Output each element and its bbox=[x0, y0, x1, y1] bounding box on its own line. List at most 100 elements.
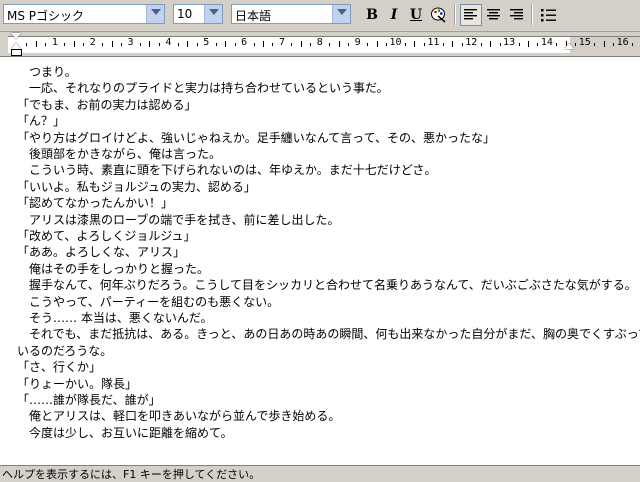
ruler-half-tick bbox=[527, 41, 529, 47]
ruler-tick bbox=[121, 43, 123, 46]
right-indent-marker[interactable] bbox=[564, 43, 574, 49]
ruler-tick bbox=[253, 43, 255, 46]
ruler-tick bbox=[177, 43, 179, 46]
document-line: こうやって、パーティーを組むのも悪くない。 bbox=[17, 294, 280, 309]
color-button[interactable] bbox=[428, 4, 450, 26]
document-line: 「改めて、よろしくジョルジュ」 bbox=[17, 229, 196, 243]
ruler-tick bbox=[329, 43, 331, 46]
ruler-number: 5 bbox=[203, 37, 210, 48]
ruler-tick bbox=[140, 43, 141, 46]
font-name-combo[interactable]: MS Pゴシック bbox=[3, 4, 165, 24]
document-line: それでも、まだ抵抗は、ある。きっと、あの日あの時あの瞬間、何も出来なかった自分が… bbox=[17, 327, 640, 342]
ruler-number: 9 bbox=[354, 37, 361, 48]
ruler-tick bbox=[348, 43, 350, 46]
document-line: 「でもま、お前の実力は認める」 bbox=[17, 97, 197, 112]
document-line: 「認めてなかったんかい！」 bbox=[17, 196, 174, 211]
ruler-tick bbox=[423, 43, 425, 46]
document-line: 握手なんて、何年ぶりだろう。こうして目をシッカリと合わせて名乗りあうなんて、だい… bbox=[17, 278, 637, 293]
ruler-tick bbox=[461, 43, 463, 46]
ruler-number: 16 bbox=[616, 37, 629, 48]
ruler-half-tick bbox=[35, 41, 37, 47]
ruler-number: 11 bbox=[427, 37, 440, 48]
align-right-icon bbox=[510, 9, 523, 20]
ruler-tick bbox=[499, 43, 501, 46]
chevron-down-icon bbox=[209, 9, 219, 15]
bullet-list-icon bbox=[540, 8, 556, 21]
ruler-number: 7 bbox=[278, 37, 285, 48]
underline-button[interactable]: U bbox=[405, 4, 427, 26]
document-line: 俺とアリスは、軽口を叩きあいながら並んで歩き始める。 bbox=[17, 409, 341, 424]
ruler-half-tick bbox=[603, 41, 605, 47]
ruler-tick bbox=[518, 43, 520, 46]
ruler-half-tick bbox=[73, 41, 75, 47]
document-line: 「さ、行くか」 bbox=[17, 360, 102, 375]
ruler-tick bbox=[102, 43, 104, 46]
ruler-number: 8 bbox=[316, 37, 323, 48]
ruler-tick bbox=[234, 43, 236, 46]
align-left-icon bbox=[464, 9, 477, 20]
color-palette-icon bbox=[431, 7, 446, 23]
document-area[interactable]: つまり。 一応、それなりのプライドと実力は持ち合わせているという事だ。 「でもま、… bbox=[0, 56, 640, 465]
ruler-tick bbox=[386, 43, 388, 46]
first-line-indent-marker[interactable] bbox=[11, 33, 21, 39]
ruler-tick bbox=[480, 43, 482, 46]
document-line: そう…… 本当は、悪くないんだ。 bbox=[17, 311, 213, 325]
document-line: 「いいよ。私もジョルジュの実力、認める」 bbox=[17, 179, 256, 194]
ruler-tick bbox=[272, 43, 274, 46]
document-line: 後頭部をかきながら、俺は言った。 bbox=[17, 147, 222, 161]
toolbar-separator bbox=[454, 5, 456, 25]
document-line: 一応、それなりのプライドと実力は持ち合わせているという事だ。 bbox=[17, 81, 389, 96]
script-dropdown-button[interactable] bbox=[332, 5, 350, 23]
left-indent-marker[interactable] bbox=[11, 49, 22, 56]
ruler-tick bbox=[442, 43, 444, 46]
ruler-number: 3 bbox=[127, 37, 134, 48]
ruler[interactable]: 1 2 3 4 5 6 7 8 9 10 11 12 13 14 15 16 bbox=[0, 32, 640, 56]
align-right-button[interactable] bbox=[506, 4, 528, 26]
ruler-number: 13 bbox=[503, 37, 516, 48]
chevron-down-icon bbox=[151, 9, 161, 15]
ruler-half-tick bbox=[263, 41, 265, 47]
ruler-tick bbox=[575, 43, 577, 46]
format-toolbar: MS Pゴシック 10 日本語 B I U bbox=[0, 0, 640, 32]
document-line: いるのだろうな。 bbox=[17, 343, 113, 358]
ruler-half-tick bbox=[225, 41, 227, 47]
italic-button[interactable]: I bbox=[383, 4, 405, 26]
script-combo[interactable]: 日本語 bbox=[231, 4, 351, 24]
ruler-number: 1 bbox=[51, 37, 58, 48]
ruler-tick bbox=[83, 43, 85, 46]
document-line: こういう時、素直に頭を下げられないのは、年ゆえか。まだ十七だけどさ。 bbox=[17, 163, 437, 178]
ruler-half-tick bbox=[300, 41, 302, 47]
font-size-combo[interactable]: 10 bbox=[173, 4, 223, 24]
ruler-tick bbox=[291, 43, 293, 46]
document-line: 今度は少し、お互いに距離を縮めて。 bbox=[17, 425, 233, 440]
ruler-tick bbox=[64, 43, 66, 46]
ruler-tick bbox=[26, 43, 28, 46]
ruler-tick bbox=[537, 43, 539, 46]
ruler-number: 14 bbox=[540, 37, 553, 48]
font-name-dropdown-button[interactable] bbox=[146, 5, 164, 23]
ruler-tick bbox=[367, 43, 369, 46]
font-size-value: 10 bbox=[177, 7, 193, 21]
ruler-number: 15 bbox=[578, 37, 591, 48]
bold-button[interactable]: B bbox=[361, 4, 383, 26]
ruler-tick bbox=[45, 43, 47, 46]
bold-icon: B bbox=[366, 7, 378, 23]
ruler-number: 4 bbox=[165, 37, 172, 48]
ruler-half-tick bbox=[149, 41, 151, 47]
bullets-button[interactable] bbox=[537, 4, 559, 26]
chevron-down-icon bbox=[337, 9, 347, 15]
font-size-dropdown-button[interactable] bbox=[204, 5, 222, 23]
document-line: 「やり方はグロイけどよ、強いじゃねえか。足手纏いなんて言って、その、悪かったな」 bbox=[17, 130, 495, 145]
align-center-icon bbox=[487, 9, 500, 20]
ruler-tick bbox=[556, 43, 558, 46]
align-left-button[interactable] bbox=[460, 4, 482, 26]
align-center-button[interactable] bbox=[483, 4, 505, 26]
ruler-tick bbox=[404, 43, 406, 46]
ruler-half-tick bbox=[376, 41, 378, 47]
ruler-half-tick bbox=[490, 41, 492, 47]
ruler-number: 12 bbox=[465, 37, 478, 48]
toolbar-separator bbox=[531, 5, 533, 25]
ruler-tick bbox=[310, 43, 312, 46]
font-name-value: MS Pゴシック bbox=[7, 9, 85, 23]
ruler-tick bbox=[594, 43, 596, 46]
